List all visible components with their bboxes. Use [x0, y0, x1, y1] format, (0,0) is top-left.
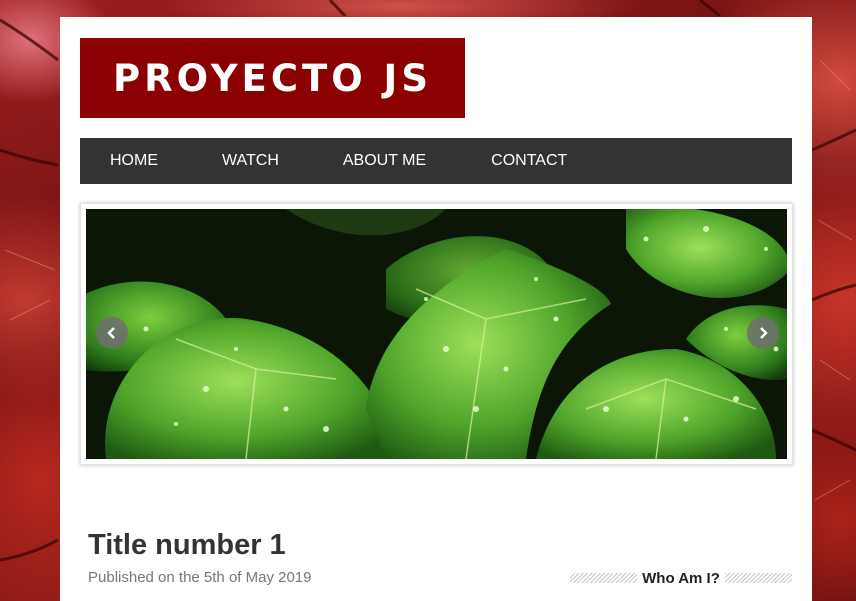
logo-text: PROYECTO JS — [113, 56, 432, 100]
slider-next-button[interactable] — [747, 317, 779, 349]
main-nav: HOME WATCH ABOUT ME CONTACT — [80, 138, 792, 184]
nav-item-watch[interactable]: WATCH — [188, 152, 309, 170]
slider-prev-button[interactable] — [96, 317, 128, 349]
site-logo[interactable]: PROYECTO JS — [80, 38, 465, 118]
divider — [570, 573, 638, 583]
nav-item-contact[interactable]: CONTACT — [456, 152, 597, 170]
sidebar-widget-title: Who Am I? — [570, 568, 793, 588]
divider — [724, 573, 793, 583]
post-meta: Published on the 5th of May 2019 — [88, 569, 312, 586]
chevron-right-icon — [760, 327, 768, 339]
image-slider — [80, 203, 793, 465]
widget-title-text: Who Am I? — [642, 569, 720, 587]
page-container: PROYECTO JS HOME WATCH ABOUT ME CONTACT — [60, 17, 812, 601]
nav-item-about-me[interactable]: ABOUT ME — [309, 152, 456, 170]
slide-image — [86, 209, 787, 459]
chevron-left-icon — [107, 327, 115, 339]
post-title[interactable]: Title number 1 — [88, 529, 286, 562]
nav-item-home[interactable]: HOME — [80, 152, 188, 170]
